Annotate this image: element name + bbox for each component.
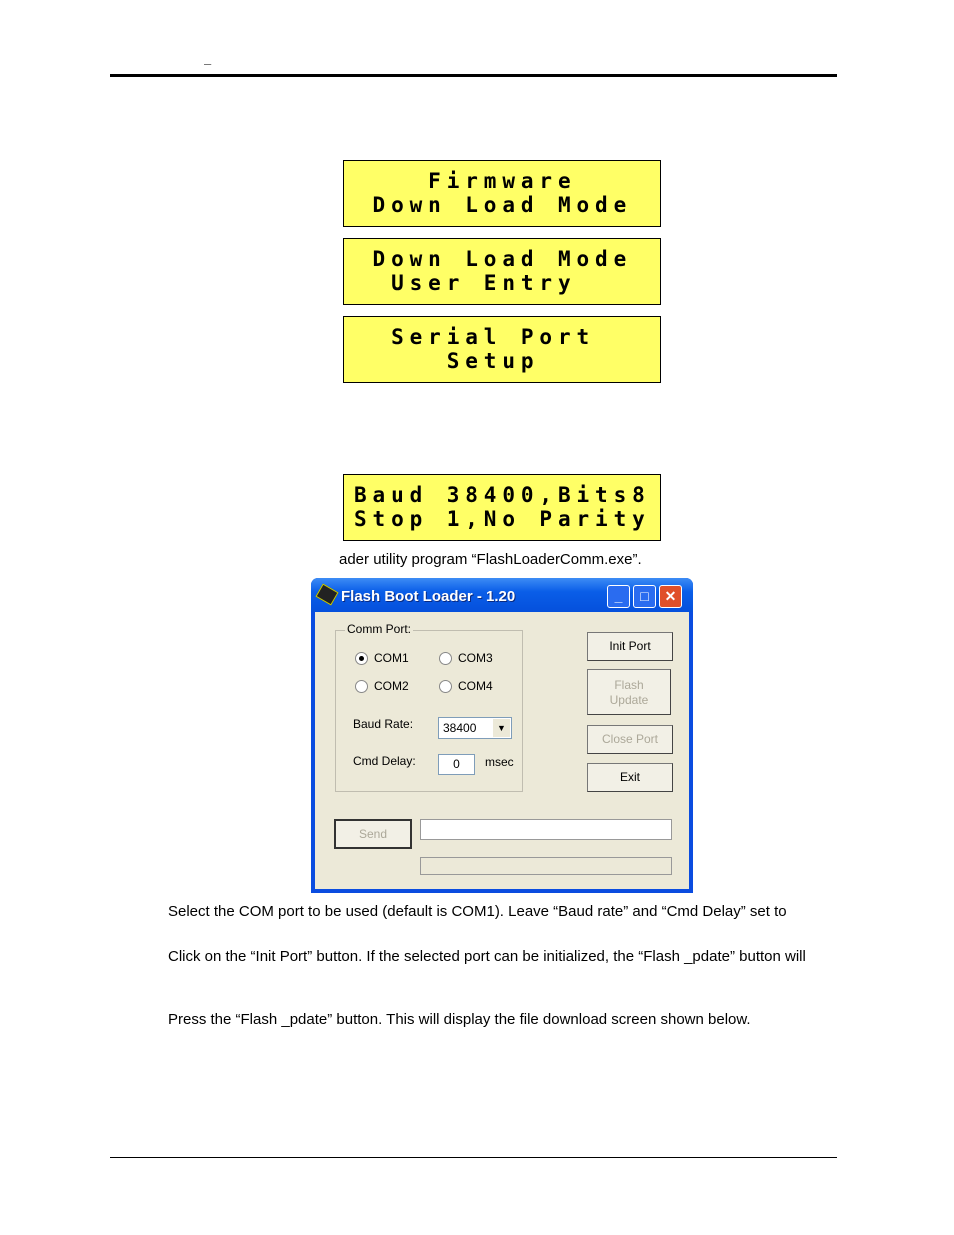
com4-label[interactable]: COM4 bbox=[458, 679, 493, 693]
com3-label[interactable]: COM3 bbox=[458, 651, 493, 665]
maximize-button[interactable]: □ bbox=[633, 585, 656, 608]
baud-rate-value: 38400 bbox=[443, 721, 477, 735]
send-input[interactable] bbox=[420, 819, 672, 840]
minimize-button[interactable]: _ bbox=[607, 585, 630, 608]
comm-port-label: Comm Port: bbox=[345, 622, 414, 636]
header-rule bbox=[110, 74, 837, 77]
com2-radio[interactable] bbox=[355, 680, 368, 693]
msec-label: msec bbox=[485, 755, 514, 769]
com1-label[interactable]: COM1 bbox=[374, 651, 409, 665]
com4-radio[interactable] bbox=[439, 680, 452, 693]
title-bar: Flash Boot Loader - 1.20 _ □ ✕ bbox=[311, 578, 693, 612]
lcd-text: Serial Port Setup bbox=[354, 325, 596, 373]
paragraph-init-port: Click on the “Init Port” button. If the … bbox=[168, 948, 806, 965]
window-title: Flash Boot Loader - 1.20 bbox=[341, 588, 516, 605]
lcd-screen-firmware: Firmware Down Load Mode bbox=[343, 160, 661, 227]
footer-rule bbox=[110, 1157, 837, 1158]
com3-radio[interactable] bbox=[439, 652, 452, 665]
close-button[interactable]: ✕ bbox=[659, 585, 682, 608]
com1-radio[interactable] bbox=[355, 652, 368, 665]
lcd-text: Baud 38400,Bits8 Stop 1,No Parity bbox=[354, 483, 651, 531]
paragraph-flash-update: Press the “Flash _pdate” button. This wi… bbox=[168, 1011, 751, 1028]
paragraph-select-com: Select the COM port to be used (default … bbox=[168, 903, 787, 920]
close-port-button[interactable]: Close Port bbox=[587, 725, 673, 754]
com2-label[interactable]: COM2 bbox=[374, 679, 409, 693]
document-page: – Firmware Down Load Mode Down Load Mode… bbox=[0, 0, 954, 1235]
header-mark: – bbox=[204, 56, 212, 71]
exit-button[interactable]: Exit bbox=[587, 763, 673, 792]
cmd-delay-input[interactable]: 0 bbox=[438, 754, 475, 775]
lcd-text: Down Load Mode User Entry bbox=[354, 247, 633, 295]
dialog-client: Comm Port: COM1 COM2 COM3 COM4 Baud Rate… bbox=[315, 612, 689, 889]
baud-rate-label: Baud Rate: bbox=[353, 717, 414, 731]
flash-update-button[interactable]: Flash Update bbox=[587, 669, 671, 715]
baud-rate-select[interactable]: 38400 ▼ bbox=[438, 717, 512, 739]
caption: ader utility program “FlashLoaderComm.ex… bbox=[339, 551, 642, 568]
send-button[interactable]: Send bbox=[334, 819, 412, 849]
progress-bar bbox=[420, 857, 672, 875]
lcd-text: Firmware Down Load Mode bbox=[354, 169, 633, 217]
flash-boot-loader-window: Flash Boot Loader - 1.20 _ □ ✕ Comm Port… bbox=[311, 578, 693, 893]
lcd-screen-user-entry: Down Load Mode User Entry bbox=[343, 238, 661, 305]
lcd-screen-baud: Baud 38400,Bits8 Stop 1,No Parity bbox=[343, 474, 661, 541]
init-port-button[interactable]: Init Port bbox=[587, 632, 673, 661]
lcd-screen-serial-setup: Serial Port Setup bbox=[343, 316, 661, 383]
cmd-delay-label: Cmd Delay: bbox=[353, 754, 416, 768]
chevron-down-icon[interactable]: ▼ bbox=[493, 719, 510, 737]
chip-icon bbox=[315, 583, 339, 606]
